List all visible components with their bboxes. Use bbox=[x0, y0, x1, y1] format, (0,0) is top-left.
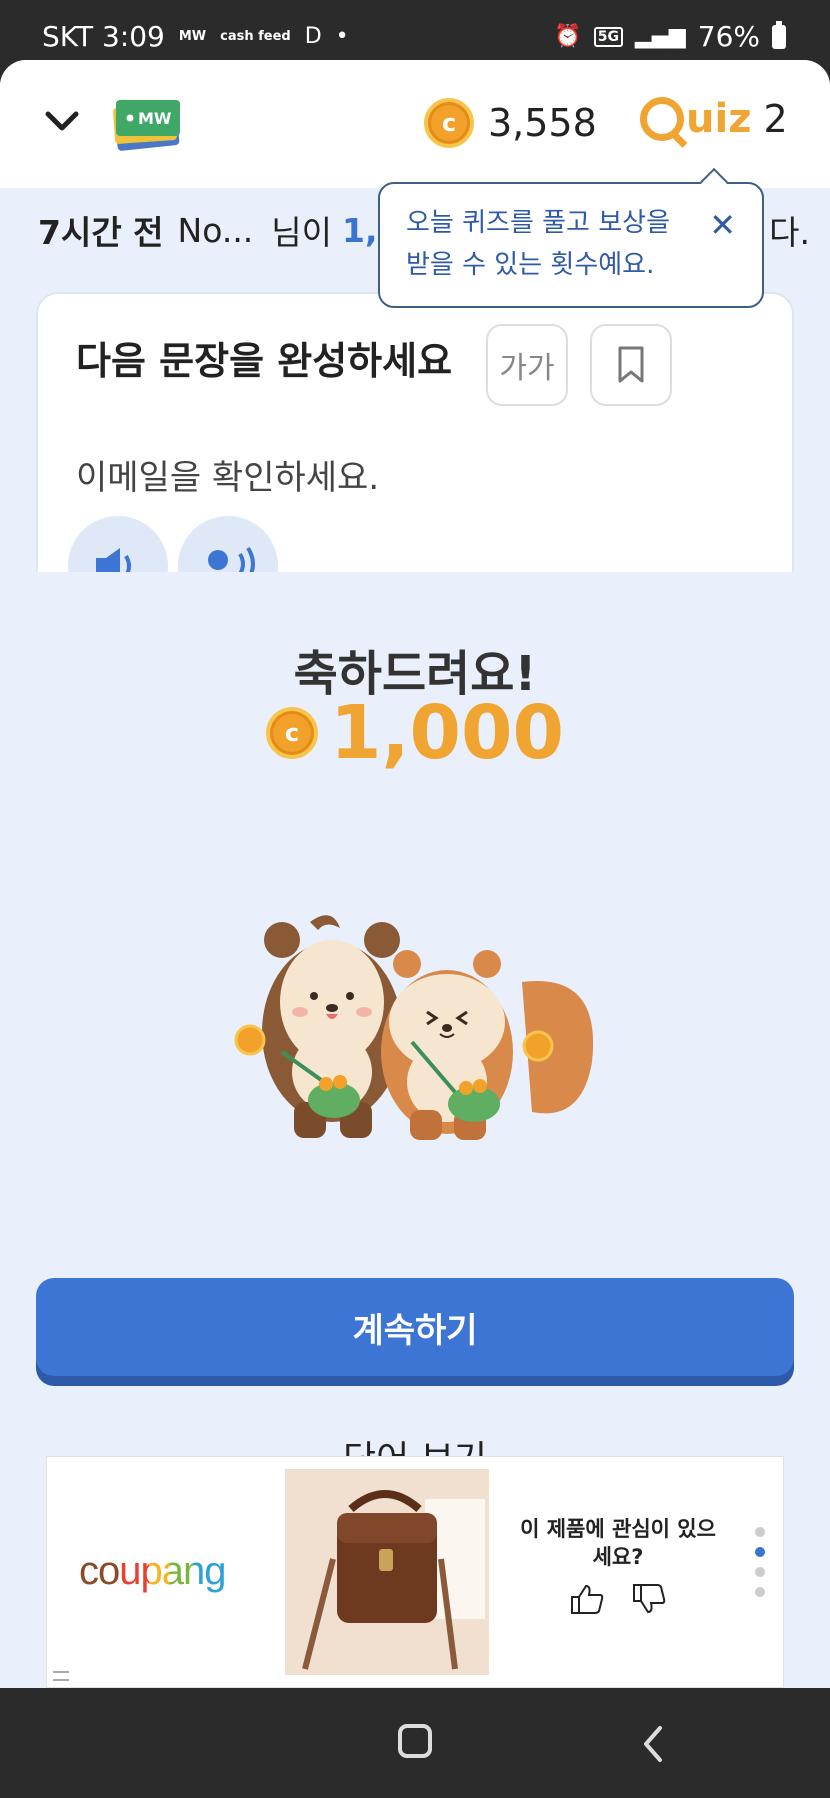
coupang-logo: coupang bbox=[79, 1549, 226, 1594]
status-right: ⏰ 5G ▂▄▆ 76% bbox=[554, 20, 786, 53]
dot-status-icon: • bbox=[335, 24, 349, 49]
mw-logo[interactable]: MW bbox=[110, 96, 188, 152]
ad-dot[interactable] bbox=[755, 1567, 765, 1577]
tooltip-text: 오늘 퀴즈를 풀고 보상을 받을 수 있는 횟수예요. bbox=[406, 208, 670, 280]
quiz-logo-text: uiz bbox=[686, 96, 752, 142]
carrier-time: SKT 3:09 bbox=[42, 20, 165, 53]
bookmark-button[interactable] bbox=[590, 324, 672, 406]
ticker-text: 님이 bbox=[271, 213, 333, 252]
handbag-image bbox=[285, 1469, 489, 1675]
ticker-time: 7시간 전 bbox=[38, 213, 164, 252]
app-window: MW c 3,558 uiz 2 7시간 전 No... 님이 1,0 다. 오… bbox=[0, 60, 830, 1688]
coin-icon: c bbox=[424, 98, 474, 148]
ad-dot[interactable] bbox=[755, 1587, 765, 1597]
ad-menu-icon[interactable] bbox=[53, 1671, 69, 1681]
mascot-illustration bbox=[234, 915, 594, 1140]
network-5g-icon: 5G bbox=[593, 26, 623, 47]
chevron-down-icon[interactable] bbox=[42, 106, 82, 136]
quiz-q-icon bbox=[640, 97, 684, 141]
back-icon[interactable] bbox=[640, 1724, 666, 1764]
thumbs-down-icon[interactable] bbox=[631, 1583, 667, 1615]
ticker-user: No... bbox=[177, 210, 254, 250]
product-image[interactable] bbox=[285, 1469, 489, 1675]
quiz-count-value: 2 bbox=[763, 97, 788, 141]
system-nav-bar bbox=[0, 1688, 830, 1798]
coin-balance[interactable]: c 3,558 bbox=[424, 98, 597, 148]
signal-icon: ▂▄▆ bbox=[635, 24, 686, 49]
reward-amount-value: 1,000 bbox=[329, 690, 565, 776]
quiz-sentence: 이메일을 확인하세요. bbox=[76, 458, 380, 498]
cashfeed-status-icon: cash feed bbox=[220, 29, 291, 44]
continue-button[interactable]: 계속하기 bbox=[36, 1278, 794, 1376]
coin-icon: c bbox=[265, 707, 318, 759]
mw-status-icon: MW bbox=[178, 29, 207, 44]
coupang-logo-text: coupang bbox=[79, 1549, 226, 1593]
alarm-icon: ⏰ bbox=[554, 24, 582, 49]
ad-dot[interactable] bbox=[755, 1527, 765, 1537]
thumbs-up-icon[interactable] bbox=[569, 1583, 605, 1615]
battery-icon bbox=[772, 20, 786, 49]
status-left: SKT 3:09 MW cash feed D • bbox=[42, 20, 349, 53]
battery-percent: 76% bbox=[697, 20, 760, 53]
close-icon[interactable]: ✕ bbox=[709, 206, 736, 244]
ticker-end: 다. bbox=[769, 213, 810, 252]
coin-balance-value: 3,558 bbox=[488, 101, 597, 145]
quiz-logo: uiz bbox=[640, 96, 751, 142]
ad-pagination bbox=[755, 1527, 765, 1597]
logo-text: MW bbox=[138, 109, 172, 128]
status-bar: SKT 3:09 MW cash feed D • ⏰ 5G ▂▄▆ 76% bbox=[0, 0, 830, 60]
font-size-button[interactable]: 가가 bbox=[486, 324, 568, 406]
quiz-instruction: 다음 문장을 완성하세요 bbox=[76, 339, 453, 383]
top-header: MW c 3,558 uiz 2 bbox=[0, 60, 830, 188]
ad-feedback bbox=[569, 1583, 667, 1615]
home-button[interactable] bbox=[398, 1724, 432, 1758]
quiz-count-tooltip: 오늘 퀴즈를 풀고 보상을 받을 수 있는 횟수예요. ✕ bbox=[378, 167, 764, 308]
ad-dot-active[interactable] bbox=[755, 1547, 765, 1557]
d-status-icon: D bbox=[304, 24, 322, 49]
ad-question: 이 제품에 관심이 있으세요? bbox=[520, 1517, 716, 1569]
ad-banner[interactable]: coupang 이 제품에 관심이 있으세요? bbox=[46, 1456, 784, 1688]
reward-amount: c 1,000 bbox=[0, 690, 830, 776]
quiz-counter[interactable]: uiz 2 bbox=[640, 96, 788, 142]
bookmark-icon bbox=[618, 346, 644, 383]
